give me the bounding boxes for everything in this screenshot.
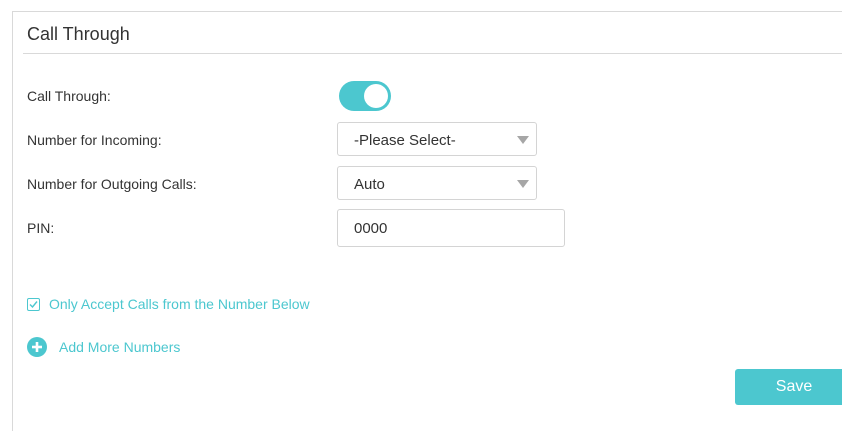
toggle-switch-icon	[364, 84, 388, 108]
outgoing-number-select[interactable]: Auto	[337, 166, 537, 200]
incoming-number-label: Number for Incoming:	[27, 132, 162, 148]
add-more-numbers-label: Add More Numbers	[59, 339, 181, 355]
checkmark-icon	[29, 300, 38, 308]
call-through-toggle[interactable]	[339, 81, 391, 111]
pin-input[interactable]	[337, 209, 565, 247]
section-title: Call Through	[27, 24, 130, 44]
plus-circle-icon	[27, 337, 47, 357]
add-more-numbers-link[interactable]: Add More Numbers	[27, 337, 180, 357]
incoming-number-value: -Please Select-	[354, 132, 456, 149]
outgoing-number-label: Number for Outgoing Calls:	[27, 176, 197, 192]
chevron-down-icon	[517, 180, 529, 188]
only-accept-checkbox[interactable]	[27, 297, 40, 311]
call-through-label: Call Through:	[27, 88, 111, 104]
pin-label: PIN:	[27, 220, 55, 236]
call-through-panel: Call Through Call Through: Number for In…	[12, 11, 842, 431]
incoming-number-select[interactable]: -Please Select-	[337, 122, 537, 156]
title-divider	[23, 53, 842, 54]
only-accept-checkbox-row[interactable]: Only Accept Calls from the Number Below	[27, 296, 310, 312]
save-button[interactable]: Save	[735, 369, 842, 405]
outgoing-number-value: Auto	[354, 176, 385, 193]
only-accept-label: Only Accept Calls from the Number Below	[49, 296, 310, 312]
chevron-down-icon	[517, 136, 529, 144]
